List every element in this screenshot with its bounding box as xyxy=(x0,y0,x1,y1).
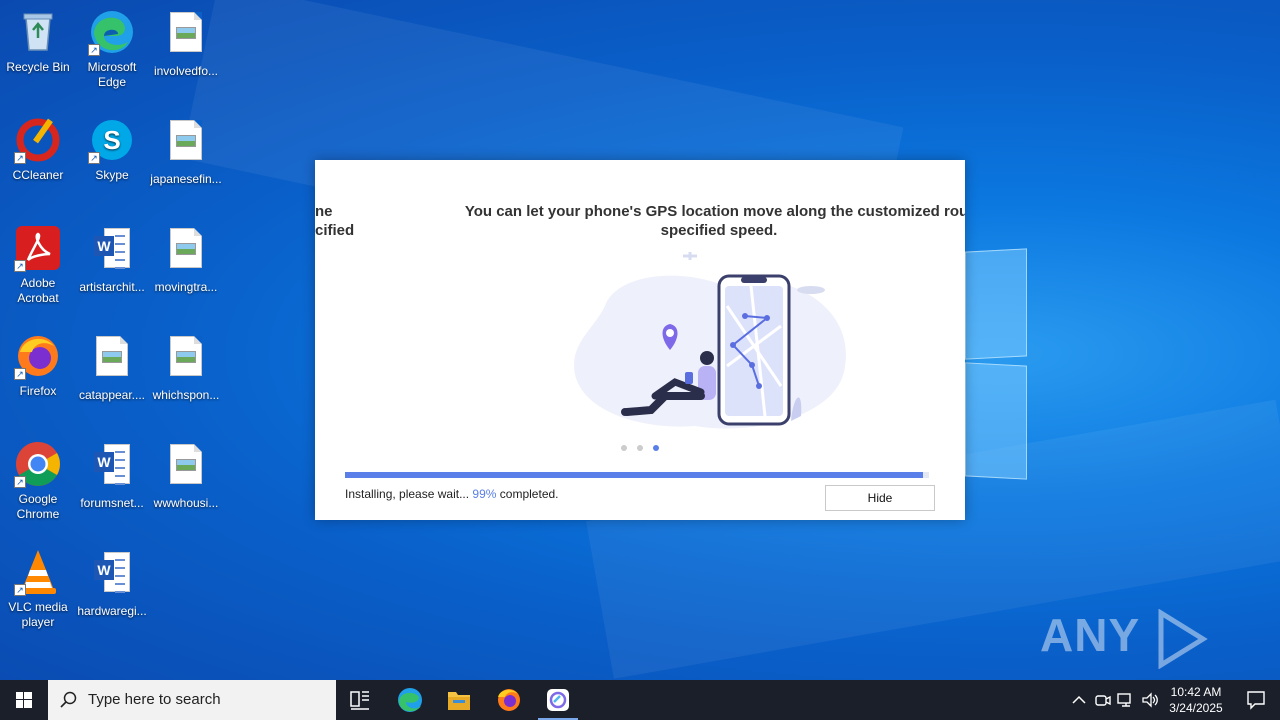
volume-icon[interactable] xyxy=(1140,690,1160,710)
word-doc-icon: W xyxy=(88,228,136,276)
carousel-dots xyxy=(617,444,667,452)
image-file-icon xyxy=(162,228,210,276)
taskbar: Type here to search 10:42 AM 3/24/2025 xyxy=(0,680,1280,720)
gps-route-illustration xyxy=(574,252,846,429)
word-doc-icon: W xyxy=(88,444,136,492)
icon-label: Recycle Bin xyxy=(6,60,70,74)
icon-label: forumsnet... xyxy=(80,496,144,510)
icon-label: japanesefin... xyxy=(150,172,222,186)
chrome-icon: ↗ xyxy=(14,440,62,488)
taskbar-search-box[interactable]: Type here to search xyxy=(48,680,336,720)
image-file-icon xyxy=(162,12,210,60)
desktop-icon-movingtra[interactable]: movingtra... xyxy=(148,224,224,295)
desktop-icon-firefox[interactable]: ↗ Firefox xyxy=(0,332,76,399)
start-button[interactable] xyxy=(0,680,48,720)
desktop-icon-adobe-acrobat[interactable]: ↗ Adobe Acrobat xyxy=(0,224,76,306)
installer-app-icon xyxy=(547,689,569,711)
icon-label: wwwhousi... xyxy=(153,496,219,510)
carousel-dot-active[interactable] xyxy=(653,445,659,451)
image-file-icon xyxy=(162,120,210,168)
search-placeholder: Type here to search xyxy=(88,691,221,708)
recycle-bin-icon xyxy=(14,8,62,56)
word-doc-icon: W xyxy=(88,552,136,600)
desktop: Recycle Bin ↗ CCleaner ↗ Adobe Acrobat ↗… xyxy=(0,0,1280,680)
carousel-dot[interactable] xyxy=(637,445,643,451)
taskbar-file-explorer[interactable] xyxy=(435,680,483,720)
install-progress-bar xyxy=(345,472,929,478)
install-progress-fill xyxy=(345,472,924,478)
action-center-button[interactable] xyxy=(1236,680,1276,720)
anyrun-watermark: ANY RUN xyxy=(1040,608,1280,680)
desktop-icon-involvedfo[interactable]: involvedfo... xyxy=(148,8,224,79)
icon-label: Google Chrome xyxy=(16,492,60,521)
desktop-icon-google-chrome[interactable]: ↗ Google Chrome xyxy=(0,440,76,522)
install-status-text: Installing, please wait... 99% completed… xyxy=(345,487,559,501)
carousel-dot[interactable] xyxy=(621,445,627,451)
windows-start-icon xyxy=(16,692,32,708)
vlc-icon: ↗ xyxy=(14,548,62,596)
desktop-icon-wwwhousi[interactable]: wwwhousi... xyxy=(148,440,224,511)
taskbar-installer-app[interactable] xyxy=(534,680,582,720)
task-view-icon xyxy=(350,691,369,710)
ccleaner-icon: ↗ xyxy=(14,116,62,164)
network-icon[interactable] xyxy=(1116,690,1136,710)
desktop-icon-recycle-bin[interactable]: Recycle Bin xyxy=(0,8,76,75)
desktop-icon-catappear[interactable]: catappear.... xyxy=(74,332,150,403)
image-file-icon xyxy=(162,444,210,492)
firefox-icon: ↗ xyxy=(14,332,62,380)
search-icon xyxy=(60,691,77,708)
icon-label: artistarchit... xyxy=(79,280,145,294)
clock-time: 10:42 AM xyxy=(1170,685,1222,699)
desktop-icon-vlc[interactable]: ↗ VLC media player xyxy=(0,548,76,630)
taskbar-clock[interactable]: 10:42 AM 3/24/2025 xyxy=(1164,684,1228,716)
icon-label: Firefox xyxy=(19,384,57,398)
icon-label: CCleaner xyxy=(12,168,64,182)
hide-button[interactable]: Hide xyxy=(825,485,935,511)
windows-logo-wallpaper xyxy=(965,240,1031,482)
icon-label: hardwaregi... xyxy=(77,604,147,618)
desktop-icon-artistarchit[interactable]: W artistarchit... xyxy=(74,224,150,295)
desktop-icon-whichspon[interactable]: whichspon... xyxy=(148,332,224,403)
edge-icon: ↗ xyxy=(88,8,136,56)
taskbar-edge[interactable] xyxy=(386,680,434,720)
clock-date: 3/24/2025 xyxy=(1169,701,1223,715)
desktop-icon-ccleaner[interactable]: ↗ CCleaner xyxy=(0,116,76,183)
install-percent: 99% xyxy=(472,487,497,501)
desktop-icon-forumsnet[interactable]: W forumsnet... xyxy=(74,440,150,511)
icon-label: Skype xyxy=(95,168,129,182)
task-view-button[interactable] xyxy=(336,680,384,720)
skype-icon: S ↗ xyxy=(88,116,136,164)
file-explorer-icon xyxy=(448,692,470,710)
firefox-icon xyxy=(498,689,520,711)
icon-label: Adobe Acrobat xyxy=(17,276,59,305)
taskbar-firefox[interactable] xyxy=(485,680,533,720)
slide-caption: You can let your phone's GPS location mo… xyxy=(464,203,965,239)
desktop-icon-hardwaregi[interactable]: W hardwaregi... xyxy=(74,548,150,619)
icon-label: whichspon... xyxy=(152,388,220,402)
icon-label: VLC media player xyxy=(8,600,68,629)
icon-label: involvedfo... xyxy=(153,64,219,78)
image-file-icon xyxy=(162,336,210,384)
icon-label: catappear.... xyxy=(78,388,146,402)
edge-icon xyxy=(398,688,422,712)
desktop-icon-skype[interactable]: S ↗ Skype xyxy=(74,116,150,183)
notification-icon xyxy=(1247,691,1265,710)
acrobat-icon: ↗ xyxy=(14,224,62,272)
desktop-icon-microsoft-edge[interactable]: ↗ Microsoft Edge xyxy=(74,8,150,90)
meet-now-icon[interactable] xyxy=(1093,690,1113,710)
previous-slide-text: ne cified xyxy=(315,203,355,239)
svg-text:S: S xyxy=(103,125,120,155)
icon-label: movingtra... xyxy=(154,280,218,294)
image-file-icon xyxy=(88,336,136,384)
installer-dialog: ne cified You can let your phone's GPS l… xyxy=(315,160,965,520)
show-hidden-icons-chevron-icon[interactable] xyxy=(1069,690,1089,710)
icon-label: Microsoft Edge xyxy=(87,60,137,89)
desktop-icon-japanesefin[interactable]: japanesefin... xyxy=(148,116,224,187)
